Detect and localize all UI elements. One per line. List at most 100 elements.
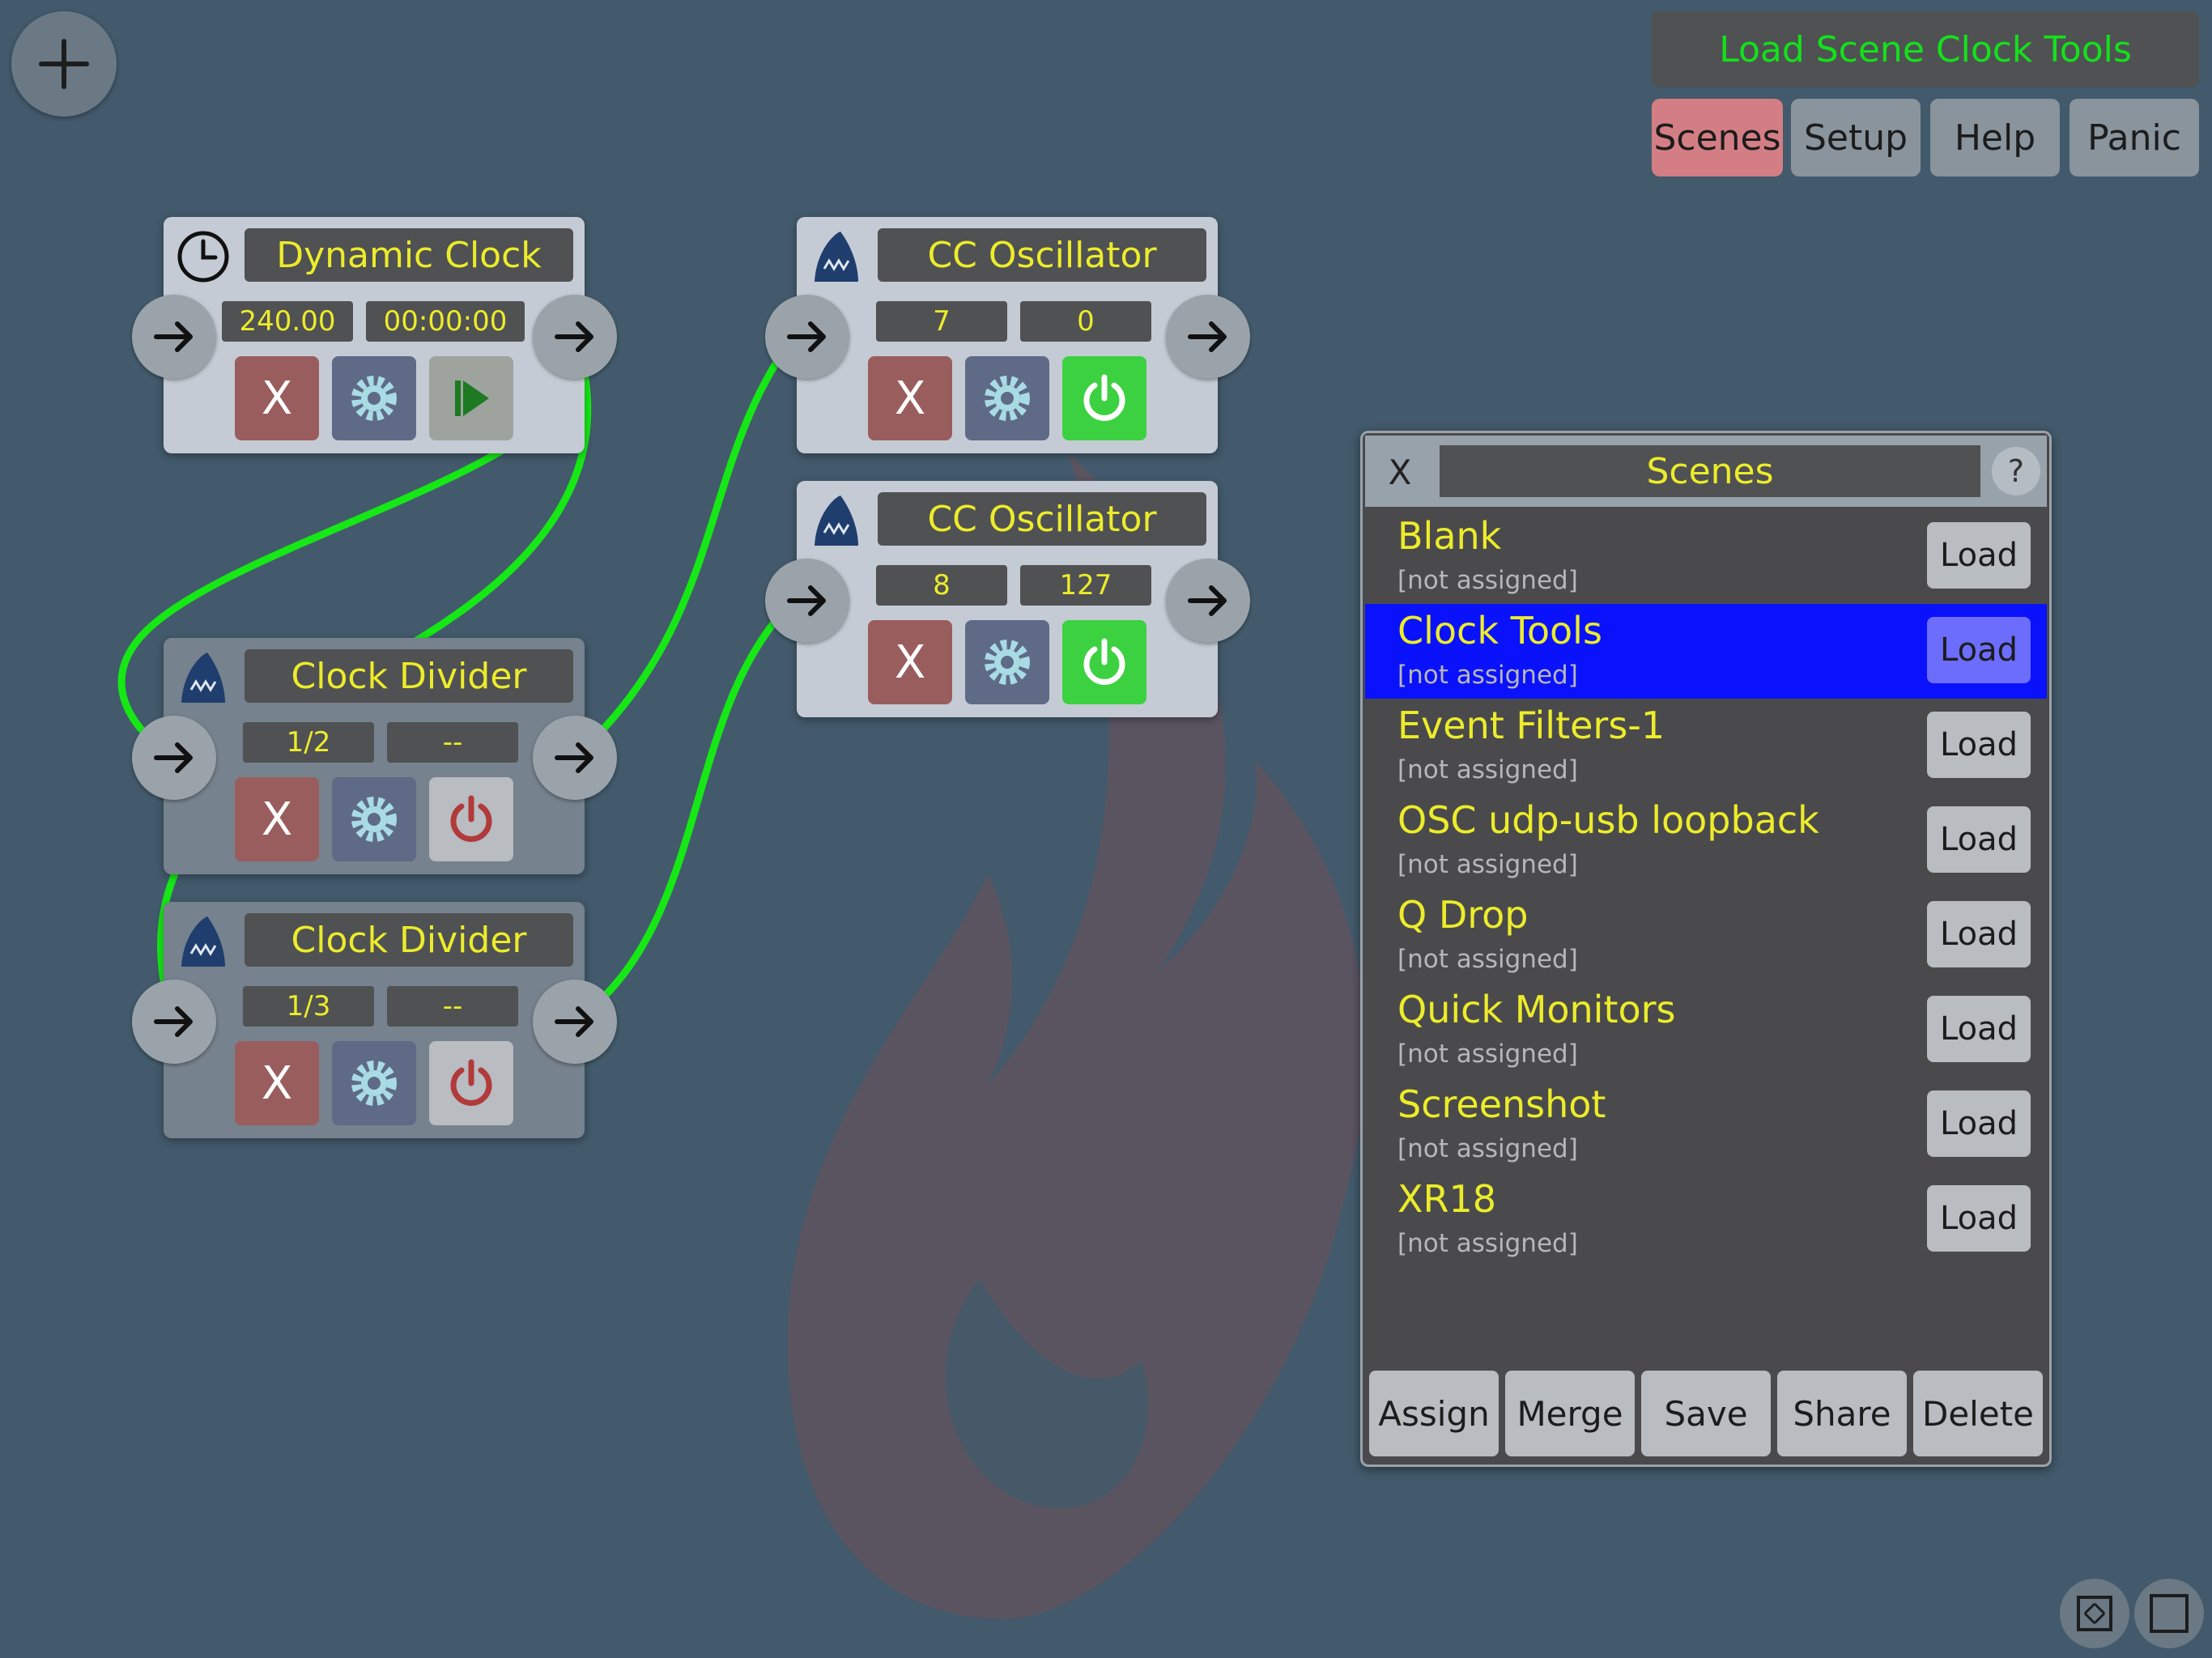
assign-button[interactable]: Assign	[1369, 1371, 1499, 1456]
remove-module-button[interactable]: X	[868, 620, 952, 704]
scene-assignment: [not assigned]	[1397, 566, 1578, 595]
module-title[interactable]: CC Oscillator	[878, 492, 1206, 546]
module-title[interactable]: CC Oscillator	[878, 228, 1206, 282]
power-button[interactable]	[429, 1041, 513, 1125]
tab-panic[interactable]: Panic	[2069, 99, 2199, 176]
settings-button[interactable]	[332, 1041, 416, 1125]
load-scene-button[interactable]: Load	[1927, 522, 2031, 589]
power-button[interactable]	[1062, 620, 1146, 704]
fullscreen-button[interactable]	[2134, 1579, 2204, 1648]
input-port[interactable]	[132, 980, 216, 1064]
scene-item-quick-monitors[interactable]: Quick Monitors [not assigned] Load	[1365, 983, 2047, 1078]
scene-item-osc-udp-usb-loopback[interactable]: OSC udp-usb loopback [not assigned] Load	[1365, 793, 2047, 888]
input-port[interactable]	[132, 716, 216, 800]
current-scene-label[interactable]: Load Scene Clock Tools	[1652, 11, 2199, 87]
power-button[interactable]	[1062, 356, 1146, 440]
arrow-right-icon	[154, 1006, 193, 1037]
arrow-right-icon	[555, 742, 593, 773]
module-title[interactable]: Dynamic Clock	[245, 228, 573, 282]
scene-item-blank[interactable]: Blank [not assigned] Load	[1365, 509, 2047, 604]
time-field[interactable]: 00:00:00	[366, 301, 525, 342]
status-field[interactable]: --	[387, 986, 518, 1027]
fit-view-button[interactable]	[2060, 1579, 2129, 1648]
scene-name: XR18	[1397, 1177, 1497, 1221]
settings-button[interactable]	[332, 777, 416, 861]
module-title[interactable]: Clock Divider	[245, 649, 573, 703]
gear-icon	[351, 1061, 397, 1106]
module-title[interactable]: Clock Divider	[245, 913, 573, 967]
help-button[interactable]: ?	[1992, 447, 2040, 495]
arrow-right-icon	[1188, 585, 1227, 616]
scene-assignment: [not assigned]	[1397, 755, 1578, 784]
arrow-right-icon	[154, 742, 193, 773]
status-field[interactable]: --	[387, 722, 518, 763]
cc-value-field[interactable]: 0	[1020, 301, 1151, 342]
input-port[interactable]	[765, 295, 849, 379]
remove-module-button[interactable]: X	[868, 356, 952, 440]
cc-value-field[interactable]: 127	[1020, 565, 1151, 606]
module-clock-divider[interactable]: Clock Divider 1/2 -- X	[164, 638, 585, 874]
tab-scenes[interactable]: Scenes	[1652, 99, 1783, 176]
scene-name: Blank	[1397, 514, 1502, 558]
arrow-right-icon	[787, 585, 826, 616]
delete-button[interactable]: Delete	[1913, 1371, 2043, 1456]
scene-assignment: [not assigned]	[1397, 661, 1578, 690]
power-icon	[450, 1059, 492, 1106]
division-field[interactable]: 1/3	[243, 986, 374, 1027]
settings-button[interactable]	[332, 356, 416, 440]
scene-item-clock-tools[interactable]: Clock Tools [not assigned] Load	[1365, 604, 2047, 699]
square-icon	[2150, 1594, 2189, 1633]
scene-item-event-filters-1[interactable]: Event Filters-1 [not assigned] Load	[1365, 699, 2047, 793]
tab-setup[interactable]: Setup	[1791, 99, 1921, 176]
load-scene-button[interactable]: Load	[1927, 1090, 2031, 1157]
load-scene-button[interactable]: Load	[1927, 996, 2031, 1062]
scene-item-xr18[interactable]: XR18 [not assigned] Load	[1365, 1172, 2047, 1267]
settings-button[interactable]	[965, 620, 1049, 704]
load-scene-button[interactable]: Load	[1927, 712, 2031, 778]
load-scene-button[interactable]: Load	[1927, 901, 2031, 967]
load-scene-button[interactable]: Load	[1927, 617, 2031, 683]
module-cc-oscillator[interactable]: CC Oscillator 7 0 X	[797, 217, 1218, 453]
output-port[interactable]	[533, 716, 617, 800]
tab-help[interactable]: Help	[1930, 99, 2060, 176]
remove-module-button[interactable]: X	[235, 777, 319, 861]
power-button[interactable]	[429, 777, 513, 861]
scene-item-q-drop[interactable]: Q Drop [not assigned] Load	[1365, 888, 2047, 983]
cc-number-field[interactable]: 8	[876, 565, 1007, 606]
scene-item-screenshot[interactable]: Screenshot [not assigned] Load	[1365, 1078, 2047, 1172]
fit-to-screen-icon	[2077, 1596, 2112, 1631]
scene-name: Q Drop	[1397, 893, 1529, 937]
cc-number-field[interactable]: 7	[876, 301, 1007, 342]
share-button[interactable]: Share	[1777, 1371, 1907, 1456]
load-scene-button[interactable]: Load	[1927, 1185, 2031, 1252]
output-port[interactable]	[533, 980, 617, 1064]
play-icon	[455, 380, 489, 416]
arrow-right-icon	[555, 321, 593, 352]
output-port[interactable]	[1166, 295, 1250, 379]
tempo-field[interactable]: 240.00	[222, 301, 353, 342]
save-button[interactable]: Save	[1641, 1371, 1771, 1456]
merge-button[interactable]: Merge	[1505, 1371, 1635, 1456]
scene-name: Quick Monitors	[1397, 988, 1676, 1031]
close-button[interactable]: X	[1372, 444, 1428, 500]
output-port[interactable]	[533, 295, 617, 379]
arrow-right-icon	[555, 1006, 593, 1037]
input-port[interactable]	[765, 559, 849, 643]
division-field[interactable]: 1/2	[243, 722, 374, 763]
remove-module-button[interactable]: X	[235, 356, 319, 440]
output-port[interactable]	[1166, 559, 1250, 643]
load-scene-button[interactable]: Load	[1927, 806, 2031, 873]
module-clock-divider[interactable]: Clock Divider 1/3 -- X	[164, 902, 585, 1138]
module-cc-oscillator[interactable]: CC Oscillator 8 127 X	[797, 481, 1218, 717]
panel-title: Scenes	[1440, 445, 1980, 497]
input-port[interactable]	[132, 295, 216, 379]
scene-name: OSC udp-usb loopback	[1397, 798, 1819, 842]
play-button[interactable]	[429, 356, 513, 440]
clock-icon	[177, 231, 229, 283]
plus-icon	[39, 39, 89, 89]
remove-module-button[interactable]: X	[235, 1041, 319, 1125]
power-icon	[450, 795, 492, 842]
add-module-button[interactable]	[11, 11, 117, 117]
module-dynamic-clock[interactable]: Dynamic Clock 240.00 00:00:00 X	[164, 217, 585, 453]
settings-button[interactable]	[965, 356, 1049, 440]
